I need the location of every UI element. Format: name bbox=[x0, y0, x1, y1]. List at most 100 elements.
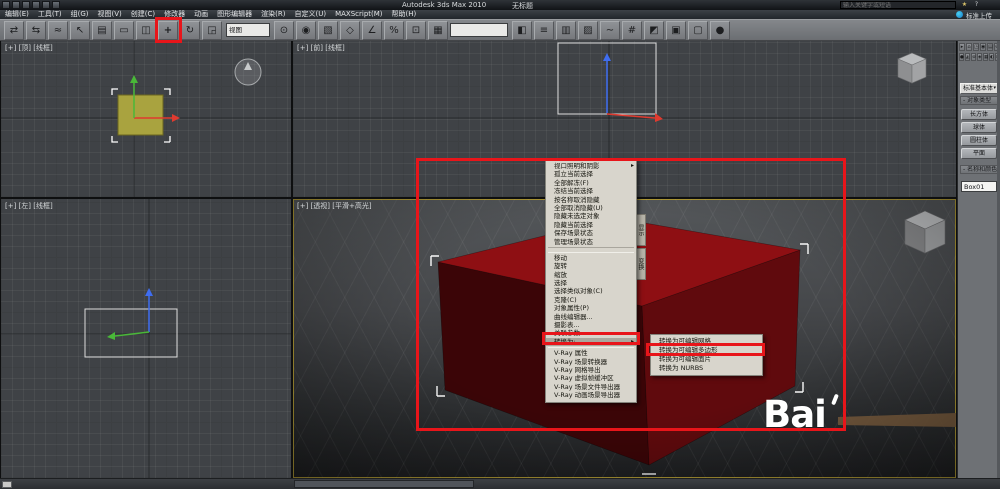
save-file-icon[interactable] bbox=[32, 1, 40, 9]
graphite-modeling-toggle-icon[interactable]: ▨ bbox=[578, 21, 598, 40]
object-name-field[interactable]: Box01 bbox=[961, 181, 997, 192]
menu-customize[interactable]: 自定义(U) bbox=[294, 10, 326, 19]
cylinder-button[interactable]: 圆柱体 bbox=[961, 135, 997, 146]
menu-item-scale[interactable]: 缩放 bbox=[546, 271, 636, 279]
redo-icon[interactable] bbox=[52, 1, 60, 9]
bind-to-space-warp-icon[interactable]: ≈ bbox=[48, 21, 68, 40]
menu-item-select-similar[interactable]: 选择类似对象(C) bbox=[546, 287, 636, 295]
space-warps-category-icon[interactable]: ◐ bbox=[989, 53, 994, 61]
menu-item-convert-to-nurbs[interactable]: 转换为 NURBS bbox=[651, 364, 762, 373]
menu-item-viewport-lighting-shadows[interactable]: 视口照明和阴影▸ bbox=[546, 162, 636, 170]
primitive-category-dropdown[interactable]: 标准基本体 ▾ bbox=[960, 83, 998, 94]
menu-graph-editors[interactable]: 图形编辑器 bbox=[217, 10, 252, 19]
select-object-icon[interactable]: ↖ bbox=[70, 21, 90, 40]
viewport-top[interactable]: [+] [顶] [线框] bbox=[1, 41, 291, 197]
render-setup-icon[interactable]: ▣ bbox=[666, 21, 686, 40]
modify-tab-icon[interactable]: ⌂ bbox=[966, 43, 972, 51]
open-file-icon[interactable] bbox=[22, 1, 30, 9]
cameras-category-icon[interactable]: ◈ bbox=[977, 53, 982, 61]
menu-item-vray-animation-export[interactable]: V-Ray 动画场景导出器 bbox=[546, 391, 636, 399]
snaps-toggle-icon[interactable]: ◇ bbox=[340, 21, 360, 40]
infocenter-search-input[interactable] bbox=[840, 1, 956, 9]
helpers-category-icon[interactable]: ▦ bbox=[983, 53, 988, 61]
mirror-icon[interactable]: ◧ bbox=[512, 21, 532, 40]
menu-item-isolate-selection[interactable]: 孤立当前选择 bbox=[546, 170, 636, 178]
lights-category-icon[interactable]: ⊚ bbox=[971, 53, 976, 61]
angle-snap-toggle-icon[interactable]: ∠ bbox=[362, 21, 382, 40]
select-and-rotate-icon[interactable]: ↻ bbox=[180, 21, 200, 40]
new-file-icon[interactable] bbox=[12, 1, 20, 9]
sphere-button[interactable]: 球体 bbox=[961, 122, 997, 133]
geometry-category-icon[interactable]: ● bbox=[959, 53, 964, 61]
window-crossing-icon[interactable]: ◫ bbox=[136, 21, 156, 40]
menu-item-convert-to-editable-mesh[interactable]: 转换为可编辑网格 bbox=[651, 337, 762, 346]
select-and-link-icon[interactable]: ⇄ bbox=[4, 21, 24, 40]
viewport-top-label[interactable]: [+] [顶] [线框] bbox=[5, 43, 53, 53]
menu-maxscript[interactable]: MAXScript(M) bbox=[335, 10, 382, 19]
menu-item-clone[interactable]: 克隆(C) bbox=[546, 296, 636, 304]
menu-item-save-scene-state[interactable]: 保存场景状态 bbox=[546, 229, 636, 237]
menu-item-convert-to-editable-poly[interactable]: 转换为可编辑多边形 bbox=[651, 346, 762, 355]
select-by-name-icon[interactable]: ▤ bbox=[92, 21, 112, 40]
menu-edit[interactable]: 编辑(E) bbox=[5, 10, 29, 19]
menu-views[interactable]: 视图(V) bbox=[98, 10, 122, 19]
spinner-snap-toggle-icon[interactable]: ⊡ bbox=[406, 21, 426, 40]
menu-animation[interactable]: 动画 bbox=[194, 10, 208, 19]
favorites-star-icon[interactable]: ★ bbox=[960, 1, 969, 9]
rendered-frame-window-icon[interactable]: ▢ bbox=[688, 21, 708, 40]
percent-snap-toggle-icon[interactable]: % bbox=[384, 21, 404, 40]
reference-coordinate-dropdown[interactable]: 视图 bbox=[226, 23, 270, 37]
object-type-rollout-header[interactable]: - 对象类型 bbox=[960, 96, 998, 105]
help-icon[interactable]: ? bbox=[972, 1, 981, 9]
menu-item-unfreeze-all[interactable]: 全部解冻(F) bbox=[546, 179, 636, 187]
menu-item-dope-sheet[interactable]: 摄影表... bbox=[546, 321, 636, 329]
rectangular-selection-region-icon[interactable]: ▭ bbox=[114, 21, 134, 40]
named-selection-sets-dropdown[interactable] bbox=[450, 23, 508, 37]
menu-item-vray-mesh-export[interactable]: V-Ray 网格导出 bbox=[546, 366, 636, 374]
select-and-move-icon[interactable]: + bbox=[158, 21, 178, 40]
menu-item-object-properties[interactable]: 对象属性(P) bbox=[546, 304, 636, 312]
menu-item-vray-scene-file-export[interactable]: V-Ray 场景文件导出器 bbox=[546, 383, 636, 391]
menu-rendering[interactable]: 渲染(R) bbox=[261, 10, 285, 19]
menu-item-convert-to-editable-patch[interactable]: 转换为可编辑面片 bbox=[651, 355, 762, 364]
menu-item-hide-unselected[interactable]: 隐藏未选定对象 bbox=[546, 212, 636, 220]
undo-icon[interactable] bbox=[42, 1, 50, 9]
curve-editor-icon[interactable]: ∼ bbox=[600, 21, 620, 40]
quick-render-icon[interactable]: ● bbox=[710, 21, 730, 40]
unlink-selection-icon[interactable]: ⇆ bbox=[26, 21, 46, 40]
viewport-left-label[interactable]: [+] [左] [线框] bbox=[5, 201, 53, 211]
viewport-front-label[interactable]: [+] [前] [线框] bbox=[297, 43, 345, 53]
viewport-left[interactable]: [+] [左] [线框] bbox=[1, 199, 291, 478]
menu-item-convert-to[interactable]: 转换为:▸ bbox=[546, 338, 636, 346]
menu-item-vray-scene-converter[interactable]: V-Ray 场景转换器 bbox=[546, 358, 636, 366]
menu-create[interactable]: 创建(C) bbox=[131, 10, 155, 19]
menu-item-unhide-by-name[interactable]: 按名称取消隐藏 bbox=[546, 196, 636, 204]
menu-help[interactable]: 帮助(H) bbox=[392, 10, 417, 19]
name-color-rollout-header[interactable]: - 名称和颜色 bbox=[960, 165, 998, 174]
menu-item-hide-selection[interactable]: 隐藏当前选择 bbox=[546, 221, 636, 229]
menu-item-wire-parameters[interactable]: 关联参数... bbox=[546, 329, 636, 337]
maxscript-listener-chip[interactable] bbox=[2, 481, 12, 488]
shapes-category-icon[interactable]: ◭ bbox=[965, 53, 970, 61]
hierarchy-tab-icon[interactable]: ◳ bbox=[973, 43, 979, 51]
menu-item-manage-scene-states[interactable]: 管理场景状态 bbox=[546, 238, 636, 246]
material-editor-icon[interactable]: ◩ bbox=[644, 21, 664, 40]
align-icon[interactable]: ≡ bbox=[534, 21, 554, 40]
menu-item-vray-vfb[interactable]: V-Ray 虚拟帧缓冲区 bbox=[546, 374, 636, 382]
menu-item-curve-editor[interactable]: 曲线编辑器... bbox=[546, 313, 636, 321]
edit-named-selection-sets-icon[interactable]: ▦ bbox=[428, 21, 448, 40]
menu-item-rotate[interactable]: 旋转 bbox=[546, 262, 636, 270]
application-button-icon[interactable] bbox=[2, 1, 10, 9]
menu-item-unhide-all[interactable]: 全部取消隐藏(U) bbox=[546, 204, 636, 212]
menu-group[interactable]: 组(G) bbox=[71, 10, 89, 19]
keyboard-shortcut-override-icon[interactable]: ▧ bbox=[318, 21, 338, 40]
schematic-view-icon[interactable]: # bbox=[622, 21, 642, 40]
display-tab-icon[interactable]: ▤ bbox=[987, 43, 993, 51]
select-and-manipulate-icon[interactable]: ◉ bbox=[296, 21, 316, 40]
use-pivot-point-center-icon[interactable]: ⊙ bbox=[274, 21, 294, 40]
menu-item-freeze-selection[interactable]: 冻结当前选择 bbox=[546, 187, 636, 195]
box-button[interactable]: 长方体 bbox=[961, 109, 997, 120]
viewport-perspective-label[interactable]: [+] [透视] [平滑+高光] bbox=[297, 201, 372, 211]
menu-item-vray-properties[interactable]: V-Ray 属性 bbox=[546, 349, 636, 357]
plane-button[interactable]: 平面 bbox=[961, 148, 997, 159]
